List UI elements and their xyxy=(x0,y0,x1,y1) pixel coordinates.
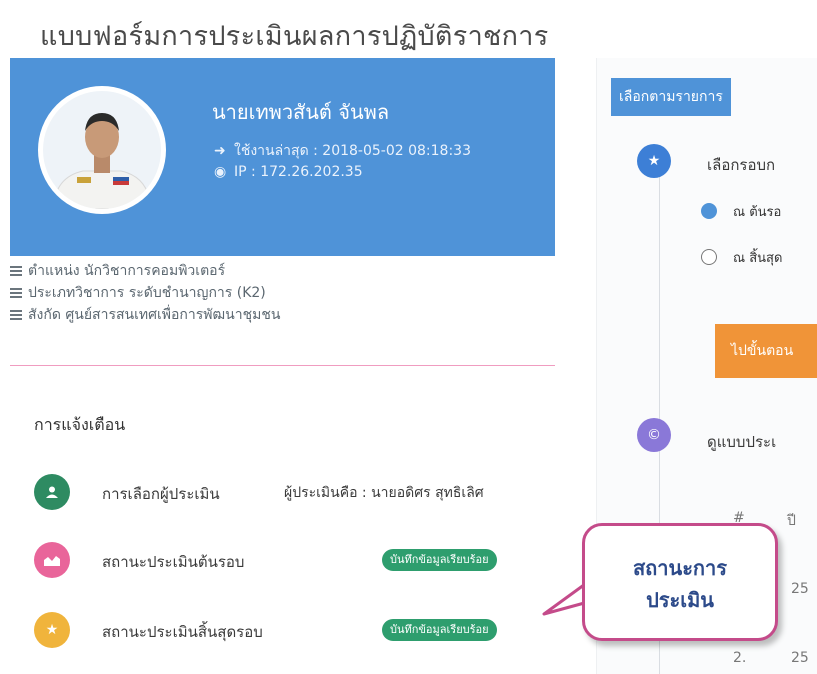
notification-end-round[interactable]: ★ สถานะประเมินสิ้นสุดรอบ บันทึกข้อมูลเรี… xyxy=(34,610,554,650)
sign-in-icon: ➜ xyxy=(214,143,226,159)
info-type: ประเภทวิชาการ ระดับชำนาญการ (K2) xyxy=(10,282,555,304)
step-select-round: เลือกรอบก xyxy=(707,156,776,174)
avatar xyxy=(38,86,166,214)
list-icon xyxy=(10,266,22,276)
page-title: แบบฟอร์มการประเมินผลการปฏิบัติราชการ xyxy=(40,21,549,52)
notifications-title: การแจ้งเตือน xyxy=(34,415,126,434)
profile-name: นายเทพวสันต์ จันพล xyxy=(212,100,390,124)
copyright-icon: © xyxy=(637,418,671,452)
callout-annotation: สถานะการ ประเมิน xyxy=(582,523,778,641)
callout-line-1: สถานะการ xyxy=(632,556,728,580)
info-type-text: ประเภทวิชาการ ระดับชำนาญการ (K2) xyxy=(28,285,266,301)
notification-label: สถานะประเมินต้นรอบ xyxy=(102,553,245,571)
radio-unchecked[interactable] xyxy=(701,249,717,265)
table-cell-year: 25 xyxy=(791,650,809,666)
chart-icon xyxy=(34,542,70,578)
last-login-text: ใช้งานล่าสุด : 2018-05-02 08:18:33 xyxy=(234,143,471,159)
radio-label: ณ สิ้นสุด xyxy=(733,251,783,266)
notification-start-round[interactable]: สถานะประเมินต้นรอบ บันทึกข้อมูลเรียบร้อย xyxy=(34,540,554,580)
status-badge: บันทึกข้อมูลเรียบร้อย xyxy=(382,549,497,571)
profile-card: นายเทพวสันต์ จันพล ➜ ใช้งานล่าสุด : 2018-… xyxy=(10,58,555,256)
last-login: ➜ ใช้งานล่าสุด : 2018-05-02 08:18:33 xyxy=(214,140,471,162)
star-icon: ★ xyxy=(34,612,70,648)
left-panel: นายเทพวสันต์ จันพล ➜ ใช้งานล่าสุด : 2018-… xyxy=(10,58,555,674)
radio-end-round[interactable]: ณ สิ้นสุด xyxy=(701,247,817,267)
next-step-button[interactable]: ไปขั้นตอน xyxy=(715,324,817,378)
star-icon: ★ xyxy=(637,144,671,178)
notification-evaluator[interactable]: การเลือกผู้ประเมิน ผู้ประเมินคือ : นายอด… xyxy=(34,472,554,512)
info-position: ตำแหน่ง นักวิชาการคอมพิวเตอร์ xyxy=(10,260,555,282)
radio-start-round[interactable]: ณ ต้นรอ xyxy=(701,201,817,221)
notification-label: สถานะประเมินสิ้นสุดรอบ xyxy=(102,623,263,641)
table-cell-num: 2. xyxy=(733,650,747,666)
ip-address: ◉ IP : 172.26.202.35 xyxy=(214,164,363,180)
status-badge: บันทึกข้อมูลเรียบร้อย xyxy=(382,619,497,641)
table-header-year: ปี xyxy=(787,513,796,529)
info-affiliation: สังกัด ศูนย์สารสนเทศเพื่อการพัฒนาชุมชน xyxy=(10,304,555,326)
list-icon xyxy=(10,310,22,320)
info-affiliation-text: สังกัด ศูนย์สารสนเทศเพื่อการพัฒนาชุมชน xyxy=(28,307,281,323)
list-icon xyxy=(10,288,22,298)
callout-text: สถานะการ ประเมิน xyxy=(585,552,775,616)
step-view-form: ดูแบบประเ xyxy=(707,433,777,451)
radio-label: ณ ต้นรอ xyxy=(733,205,782,220)
profile-info-list: ตำแหน่ง นักวิชาการคอมพิวเตอร์ ประเภทวิชา… xyxy=(10,260,555,326)
divider xyxy=(10,365,555,366)
info-position-text: ตำแหน่ง นักวิชาการคอมพิวเตอร์ xyxy=(28,263,226,279)
tab-select-by-list[interactable]: เลือกตามรายการ xyxy=(611,78,731,116)
notification-label: การเลือกผู้ประเมิน xyxy=(102,485,220,503)
ip-text: IP : 172.26.202.35 xyxy=(234,164,363,180)
user-icon xyxy=(34,474,70,510)
evaluator-name: ผู้ประเมินคือ : นายอดิศร สุทธิเลิศ xyxy=(284,485,484,501)
radio-checked[interactable] xyxy=(701,203,717,219)
globe-icon: ◉ xyxy=(214,164,227,180)
callout-line-2: ประเมิน xyxy=(646,588,714,612)
table-cell-year: 25 xyxy=(791,581,809,597)
